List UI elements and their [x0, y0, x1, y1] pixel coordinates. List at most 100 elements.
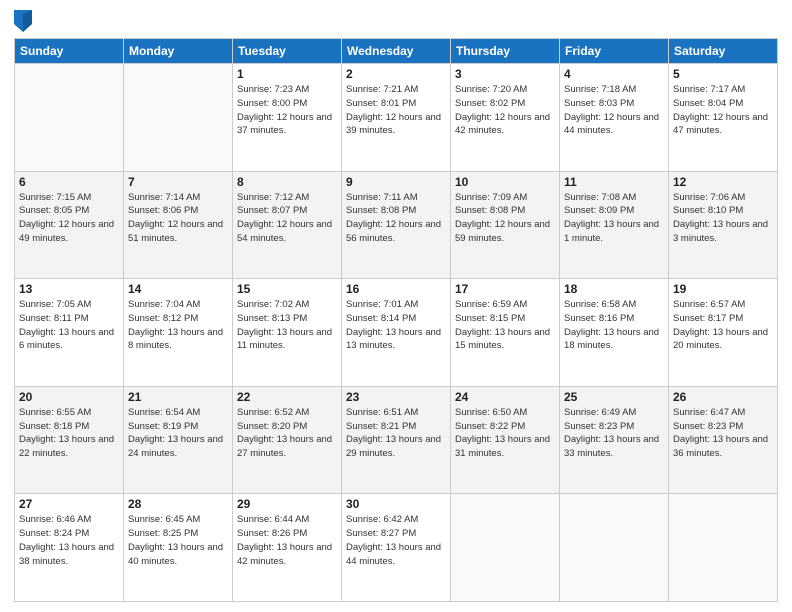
calendar-cell: 21 Sunrise: 6:54 AM Sunset: 8:19 PM Dayli…: [124, 386, 233, 494]
day-number: 21: [128, 390, 228, 404]
day-number: 17: [455, 282, 555, 296]
day-detail: Sunrise: 7:11 AM Sunset: 8:08 PM Dayligh…: [346, 191, 446, 246]
calendar-table: SundayMondayTuesdayWednesdayThursdayFrid…: [14, 38, 778, 602]
day-number: 3: [455, 67, 555, 81]
calendar-week-row: 1 Sunrise: 7:23 AM Sunset: 8:00 PM Daylig…: [15, 64, 778, 172]
day-number: 12: [673, 175, 773, 189]
day-detail: Sunrise: 7:23 AM Sunset: 8:00 PM Dayligh…: [237, 83, 337, 138]
day-number: 9: [346, 175, 446, 189]
calendar-cell: 20 Sunrise: 6:55 AM Sunset: 8:18 PM Dayli…: [15, 386, 124, 494]
day-detail: Sunrise: 6:55 AM Sunset: 8:18 PM Dayligh…: [19, 406, 119, 461]
day-detail: Sunrise: 7:18 AM Sunset: 8:03 PM Dayligh…: [564, 83, 664, 138]
day-number: 27: [19, 497, 119, 511]
logo-icon: [14, 10, 32, 32]
day-detail: Sunrise: 6:50 AM Sunset: 8:22 PM Dayligh…: [455, 406, 555, 461]
day-header-sunday: Sunday: [15, 39, 124, 64]
day-detail: Sunrise: 7:01 AM Sunset: 8:14 PM Dayligh…: [346, 298, 446, 353]
day-header-wednesday: Wednesday: [342, 39, 451, 64]
day-detail: Sunrise: 6:58 AM Sunset: 8:16 PM Dayligh…: [564, 298, 664, 353]
calendar-cell: 19 Sunrise: 6:57 AM Sunset: 8:17 PM Dayli…: [669, 279, 778, 387]
calendar-cell: 11 Sunrise: 7:08 AM Sunset: 8:09 PM Dayli…: [560, 171, 669, 279]
calendar-header-row: SundayMondayTuesdayWednesdayThursdayFrid…: [15, 39, 778, 64]
day-number: 7: [128, 175, 228, 189]
calendar-cell: 30 Sunrise: 6:42 AM Sunset: 8:27 PM Dayli…: [342, 494, 451, 602]
day-detail: Sunrise: 7:20 AM Sunset: 8:02 PM Dayligh…: [455, 83, 555, 138]
calendar-cell: 4Sunrise: 7:18 AM Sunset: 8:03 PM Daylig…: [560, 64, 669, 172]
day-number: 22: [237, 390, 337, 404]
day-number: 5: [673, 67, 773, 81]
calendar-cell: 29 Sunrise: 6:44 AM Sunset: 8:26 PM Dayli…: [233, 494, 342, 602]
day-number: 2: [346, 67, 446, 81]
day-detail: Sunrise: 6:57 AM Sunset: 8:17 PM Dayligh…: [673, 298, 773, 353]
calendar-cell: 23Sunrise: 6:51 AM Sunset: 8:21 PM Dayli…: [342, 386, 451, 494]
calendar-cell: 28Sunrise: 6:45 AM Sunset: 8:25 PM Dayli…: [124, 494, 233, 602]
day-detail: Sunrise: 7:14 AM Sunset: 8:06 PM Dayligh…: [128, 191, 228, 246]
day-number: 25: [564, 390, 664, 404]
day-detail: Sunrise: 6:54 AM Sunset: 8:19 PM Dayligh…: [128, 406, 228, 461]
day-number: 10: [455, 175, 555, 189]
calendar-cell: 22 Sunrise: 6:52 AM Sunset: 8:20 PM Dayli…: [233, 386, 342, 494]
day-number: 29: [237, 497, 337, 511]
day-detail: Sunrise: 7:21 AM Sunset: 8:01 PM Dayligh…: [346, 83, 446, 138]
calendar-week-row: 6Sunrise: 7:15 AM Sunset: 8:05 PM Daylig…: [15, 171, 778, 279]
calendar-cell: 2 Sunrise: 7:21 AM Sunset: 8:01 PM Daylig…: [342, 64, 451, 172]
calendar-cell: 10 Sunrise: 7:09 AM Sunset: 8:08 PM Dayli…: [451, 171, 560, 279]
day-detail: Sunrise: 7:15 AM Sunset: 8:05 PM Dayligh…: [19, 191, 119, 246]
calendar-week-row: 13 Sunrise: 7:05 AM Sunset: 8:11 PM Dayli…: [15, 279, 778, 387]
day-number: 1: [237, 67, 337, 81]
day-detail: Sunrise: 6:42 AM Sunset: 8:27 PM Dayligh…: [346, 513, 446, 568]
day-header-tuesday: Tuesday: [233, 39, 342, 64]
day-number: 19: [673, 282, 773, 296]
calendar-cell: 17 Sunrise: 6:59 AM Sunset: 8:15 PM Dayli…: [451, 279, 560, 387]
calendar-cell: [669, 494, 778, 602]
calendar-cell: [560, 494, 669, 602]
day-detail: Sunrise: 6:46 AM Sunset: 8:24 PM Dayligh…: [19, 513, 119, 568]
calendar-cell: 15Sunrise: 7:02 AM Sunset: 8:13 PM Dayli…: [233, 279, 342, 387]
day-detail: Sunrise: 6:59 AM Sunset: 8:15 PM Dayligh…: [455, 298, 555, 353]
day-detail: Sunrise: 7:08 AM Sunset: 8:09 PM Dayligh…: [564, 191, 664, 246]
calendar-cell: [124, 64, 233, 172]
calendar-cell: [15, 64, 124, 172]
day-detail: Sunrise: 7:12 AM Sunset: 8:07 PM Dayligh…: [237, 191, 337, 246]
day-number: 20: [19, 390, 119, 404]
day-detail: Sunrise: 6:49 AM Sunset: 8:23 PM Dayligh…: [564, 406, 664, 461]
day-number: 26: [673, 390, 773, 404]
calendar-cell: 12 Sunrise: 7:06 AM Sunset: 8:10 PM Dayli…: [669, 171, 778, 279]
day-number: 15: [237, 282, 337, 296]
calendar-cell: [451, 494, 560, 602]
day-detail: Sunrise: 7:06 AM Sunset: 8:10 PM Dayligh…: [673, 191, 773, 246]
calendar-cell: 13 Sunrise: 7:05 AM Sunset: 8:11 PM Dayli…: [15, 279, 124, 387]
day-detail: Sunrise: 6:44 AM Sunset: 8:26 PM Dayligh…: [237, 513, 337, 568]
calendar-week-row: 20 Sunrise: 6:55 AM Sunset: 8:18 PM Dayli…: [15, 386, 778, 494]
day-number: 8: [237, 175, 337, 189]
day-detail: Sunrise: 7:17 AM Sunset: 8:04 PM Dayligh…: [673, 83, 773, 138]
logo: [14, 10, 35, 32]
calendar-cell: 25 Sunrise: 6:49 AM Sunset: 8:23 PM Dayli…: [560, 386, 669, 494]
day-header-saturday: Saturday: [669, 39, 778, 64]
day-number: 28: [128, 497, 228, 511]
calendar-cell: 18 Sunrise: 6:58 AM Sunset: 8:16 PM Dayli…: [560, 279, 669, 387]
day-detail: Sunrise: 7:05 AM Sunset: 8:11 PM Dayligh…: [19, 298, 119, 353]
calendar-cell: 3 Sunrise: 7:20 AM Sunset: 8:02 PM Daylig…: [451, 64, 560, 172]
day-number: 16: [346, 282, 446, 296]
day-detail: Sunrise: 6:52 AM Sunset: 8:20 PM Dayligh…: [237, 406, 337, 461]
calendar-cell: 24Sunrise: 6:50 AM Sunset: 8:22 PM Dayli…: [451, 386, 560, 494]
calendar-cell: 16 Sunrise: 7:01 AM Sunset: 8:14 PM Dayli…: [342, 279, 451, 387]
calendar-cell: 8 Sunrise: 7:12 AM Sunset: 8:07 PM Daylig…: [233, 171, 342, 279]
calendar-cell: 9 Sunrise: 7:11 AM Sunset: 8:08 PM Daylig…: [342, 171, 451, 279]
header: [14, 10, 778, 32]
day-number: 11: [564, 175, 664, 189]
calendar-cell: 26 Sunrise: 6:47 AM Sunset: 8:23 PM Dayli…: [669, 386, 778, 494]
day-detail: Sunrise: 7:04 AM Sunset: 8:12 PM Dayligh…: [128, 298, 228, 353]
day-detail: Sunrise: 7:09 AM Sunset: 8:08 PM Dayligh…: [455, 191, 555, 246]
day-header-friday: Friday: [560, 39, 669, 64]
day-number: 23: [346, 390, 446, 404]
day-header-thursday: Thursday: [451, 39, 560, 64]
day-number: 18: [564, 282, 664, 296]
day-number: 13: [19, 282, 119, 296]
day-number: 30: [346, 497, 446, 511]
day-detail: Sunrise: 6:47 AM Sunset: 8:23 PM Dayligh…: [673, 406, 773, 461]
calendar-cell: 1 Sunrise: 7:23 AM Sunset: 8:00 PM Daylig…: [233, 64, 342, 172]
page: SundayMondayTuesdayWednesdayThursdayFrid…: [0, 0, 792, 612]
calendar-cell: 7 Sunrise: 7:14 AM Sunset: 8:06 PM Daylig…: [124, 171, 233, 279]
